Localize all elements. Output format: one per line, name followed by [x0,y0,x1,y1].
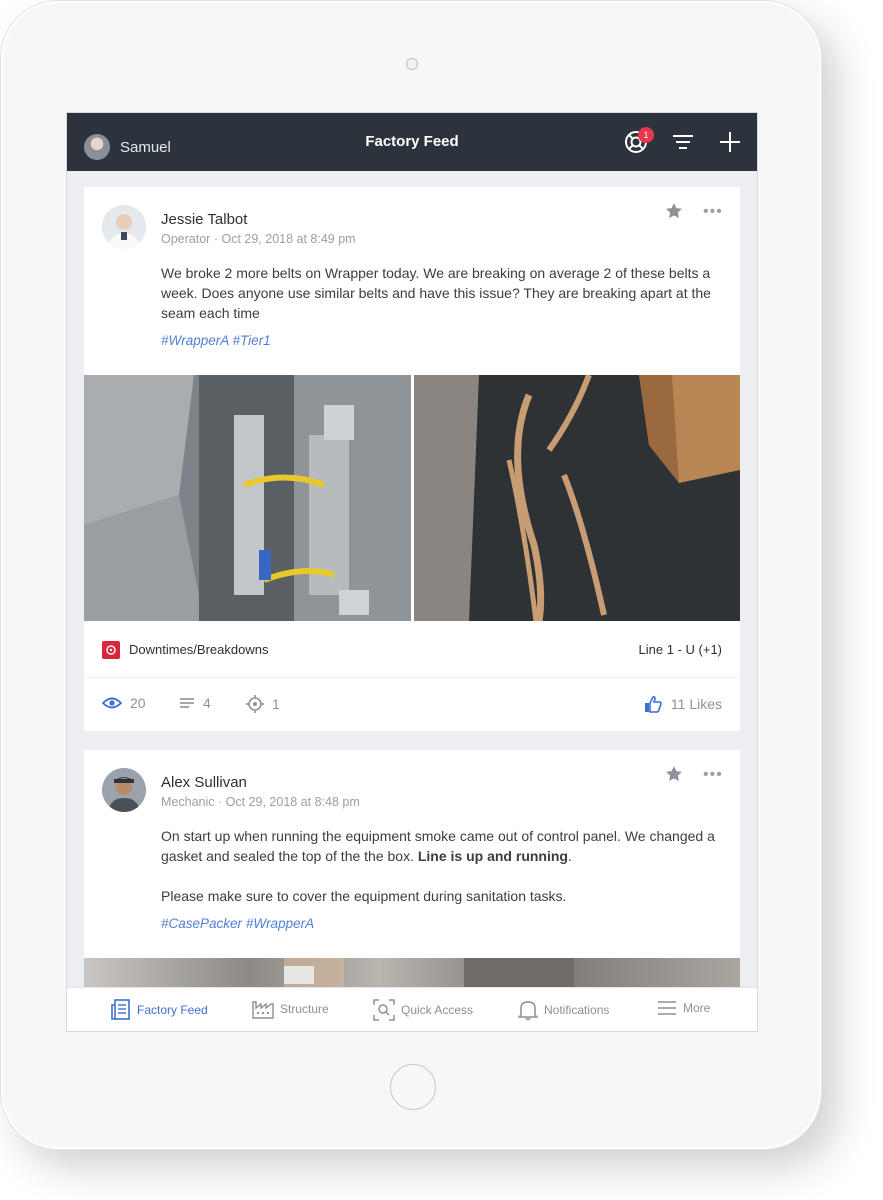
post-text-bold: Line is up and running [417,848,568,864]
post-timestamp: Oct 29, 2018 at 8:49 pm [221,232,356,246]
post-text: On start up when running the equipment s… [161,826,721,866]
feed-icon [111,999,130,1020]
views-stat: 20 [102,695,146,711]
views-count: 20 [130,695,146,711]
post-text: We broke 2 more belts on Wrapper today. … [161,265,711,321]
post-text-second: Please make sure to cover the equipment … [161,888,567,904]
post-stats: 20 4 1 11 Likes [84,681,740,731]
tag-link[interactable]: #WrapperA [161,333,229,348]
tab-label: More [683,1001,711,1015]
post-tags: #CasePacker #WrapperA [161,916,314,931]
post-text-end: . [567,848,572,864]
author-name[interactable]: Jessie Talbot [161,211,247,228]
more-options-icon[interactable]: ••• [703,203,723,221]
top-bar: Samuel Factory Feed 1 [67,113,757,171]
category-row: Downtimes/Breakdowns Line 1 - U (+1) [84,627,740,678]
author-name[interactable]: Alex Sullivan [161,774,247,791]
menu-icon [658,1001,676,1015]
factory-icon [252,1001,274,1019]
add-post-icon[interactable] [717,129,743,155]
tag-link[interactable]: #WrapperA [246,916,314,931]
like-button[interactable]: 11 Likes [644,695,722,713]
bottom-tab-bar: Factory Feed Structure Quick Access Noti… [67,987,757,1031]
tab-quick-access[interactable]: Quick Access [373,999,473,1021]
post-card[interactable]: Jessie Talbot Operator · Oct 29, 2018 at… [84,187,740,731]
filter-icon[interactable] [670,129,696,155]
comment-icon [180,698,194,708]
tag-link[interactable]: #CasePacker [161,916,242,931]
comments-count: 4 [203,695,211,711]
follow-count: 1 [272,696,280,712]
tab-structure[interactable]: Structure [252,999,329,1019]
post-timestamp: Oct 29, 2018 at 8:48 pm [225,795,360,809]
eye-icon [102,697,122,709]
app-screen: Samuel Factory Feed 1 Jessie Talbot Oper… [66,112,758,1032]
comments-stat[interactable]: 4 [179,695,211,711]
post-image[interactable] [84,375,411,621]
author-role: Mechanic [161,795,215,809]
post-image[interactable] [414,375,740,621]
tab-more[interactable]: More [657,999,710,1017]
more-options-icon[interactable]: ••• [703,766,723,784]
star-icon[interactable] [664,201,684,221]
camera [406,58,418,70]
scan-icon [373,999,395,1021]
tab-label: Notifications [544,1003,610,1017]
meta-separator: · [213,232,218,246]
tab-label: Factory Feed [137,1003,208,1017]
post-meta: Operator · Oct 29, 2018 at 8:49 pm [161,232,356,246]
star-icon[interactable] [664,764,684,784]
post-tags: #WrapperA #Tier1 [161,333,271,348]
likes-count: 11 Likes [670,696,722,712]
home-button[interactable] [390,1064,436,1110]
line-label[interactable]: Line 1 - U (+1) [639,642,722,657]
author-role: Operator [161,232,211,246]
target-icon [246,695,264,713]
tab-label: Quick Access [401,1003,474,1017]
category-label[interactable]: Downtimes/Breakdowns [129,642,268,657]
category-icon [102,641,120,659]
tag-link[interactable]: #Tier1 [233,333,271,348]
tab-factory-feed[interactable]: Factory Feed [111,999,208,1021]
post-meta: Mechanic · Oct 29, 2018 at 8:48 pm [161,795,360,809]
avatar[interactable] [102,205,146,249]
tab-notifications[interactable]: Notifications [518,999,609,1021]
tab-label: Structure [280,1002,329,1016]
thumbs-up-icon [644,695,662,713]
meta-separator: · [217,795,223,809]
notification-badge: 1 [638,127,654,143]
bell-icon [518,1001,538,1021]
follow-stat[interactable]: 1 [246,695,280,713]
avatar[interactable] [102,768,146,812]
